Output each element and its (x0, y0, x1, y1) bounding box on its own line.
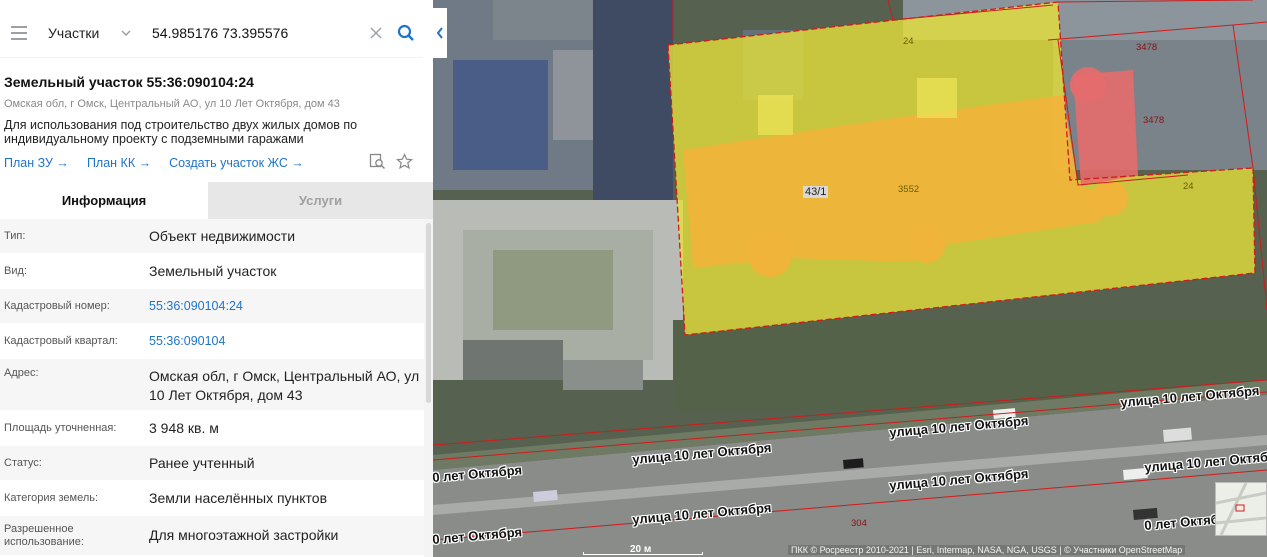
satellite-imagery (433, 0, 1267, 557)
table-row: Адрес: Омская обл, г Омск, Центральный А… (0, 359, 424, 411)
plot-number-label: 3478 (1136, 42, 1158, 53)
property-key: Кадастровый номер: (4, 299, 110, 312)
menu-icon[interactable] (0, 8, 38, 58)
chevron-down-icon (121, 29, 131, 36)
tab-info[interactable]: Информация (0, 182, 208, 219)
tabs: Информация Услуги (0, 182, 433, 219)
cadastral-number-link[interactable]: 55:36:090104:24 (149, 297, 424, 316)
building-label: 43/1 (803, 186, 829, 198)
table-row: Кадастровый квартал: 55:36:090104 (0, 324, 424, 359)
plan-zu-link[interactable]: План ЗУ → (4, 156, 69, 170)
search-icon[interactable] (389, 8, 423, 58)
property-value: Ранее учтенный (149, 454, 255, 471)
property-key: Категория земель: (4, 491, 99, 504)
plot-description: Для использования под строительство двух… (4, 118, 358, 146)
scrollbar-thumb[interactable] (426, 223, 431, 403)
layer-select-label: Участки (48, 24, 100, 41)
cadastral-quarter-link[interactable]: 55:36:090104 (149, 332, 424, 351)
plot-address: Омская обл, г Омск, Центральный АО, ул 1… (4, 98, 340, 110)
table-row: Разрешенное использование: Для многоэтаж… (0, 516, 424, 556)
property-value: 3 948 кв. м (149, 419, 219, 436)
property-key: Кадастровый квартал: (4, 334, 118, 347)
table-row: Категория земель: Земли населённых пункт… (0, 481, 424, 516)
scale-label: 20 м (630, 544, 652, 555)
table-row: Кадастровый номер: 55:36:090104:24 (0, 289, 424, 324)
property-key: Вид: (4, 264, 27, 277)
info-panel: Участки Земельный участок 55:36:090104:2… (0, 0, 433, 557)
search-input[interactable] (136, 7, 363, 58)
map-view[interactable]: 24 24 3552 3478 3478 304 43/1 улица 10 л… (433, 0, 1267, 557)
property-key: Тип: (4, 229, 26, 242)
tab-services[interactable]: Услуги (208, 182, 433, 219)
property-value: Земельный участок (149, 262, 277, 279)
property-key: Разрешенное использование: (4, 522, 84, 548)
collapse-left-icon (436, 27, 443, 39)
property-value: Омская обл, г Омск, Центральный АО, ул 1… (149, 368, 420, 403)
search-document-icon[interactable] (369, 153, 386, 170)
create-plot-link[interactable]: Создать участок ЖС → (169, 156, 304, 170)
property-value: Земли населённых пунктов (149, 489, 328, 506)
table-row: Тип: Объект недвижимости (0, 219, 424, 254)
close-icon[interactable] (363, 8, 389, 58)
star-icon[interactable] (396, 153, 413, 170)
scrollbar[interactable] (424, 219, 433, 557)
table-row: Площадь уточненная: 3 948 кв. м (0, 411, 424, 446)
minimap-view (1216, 483, 1266, 535)
plot-number-label: 24 (903, 36, 914, 47)
property-key: Статус: (4, 456, 42, 469)
plan-kk-link[interactable]: План КК → (87, 156, 151, 170)
property-key: Площадь уточненная: (4, 421, 117, 434)
plot-number-label: 3552 (898, 184, 920, 195)
property-key: Адрес: (4, 367, 39, 379)
table-row: Статус: Ранее учтенный (0, 446, 424, 481)
page-title: Земельный участок 55:36:090104:24 (4, 74, 254, 90)
plot-number-label: 304 (851, 518, 867, 529)
plot-number-label: 24 (1183, 181, 1194, 192)
map-attribution: ПКК © Росреестр 2010-2021 | Esri, Interm… (788, 545, 1186, 555)
search-bar: Участки (0, 7, 423, 58)
property-value: Объект недвижимости (149, 227, 296, 244)
table-row: Вид: Земельный участок (0, 254, 424, 289)
collapse-panel-button[interactable] (433, 8, 447, 58)
minimap[interactable] (1215, 482, 1267, 536)
property-value: Для многоэтажной застройки (149, 527, 339, 543)
plot-links: План ЗУ → План КК → Создать участок ЖС → (4, 156, 304, 170)
layer-select[interactable]: Участки (38, 8, 136, 58)
properties-table: Тип: Объект недвижимости Вид: Земельный … (0, 219, 424, 556)
plot-actions (369, 153, 413, 170)
plot-number-label: 3478 (1143, 115, 1165, 126)
